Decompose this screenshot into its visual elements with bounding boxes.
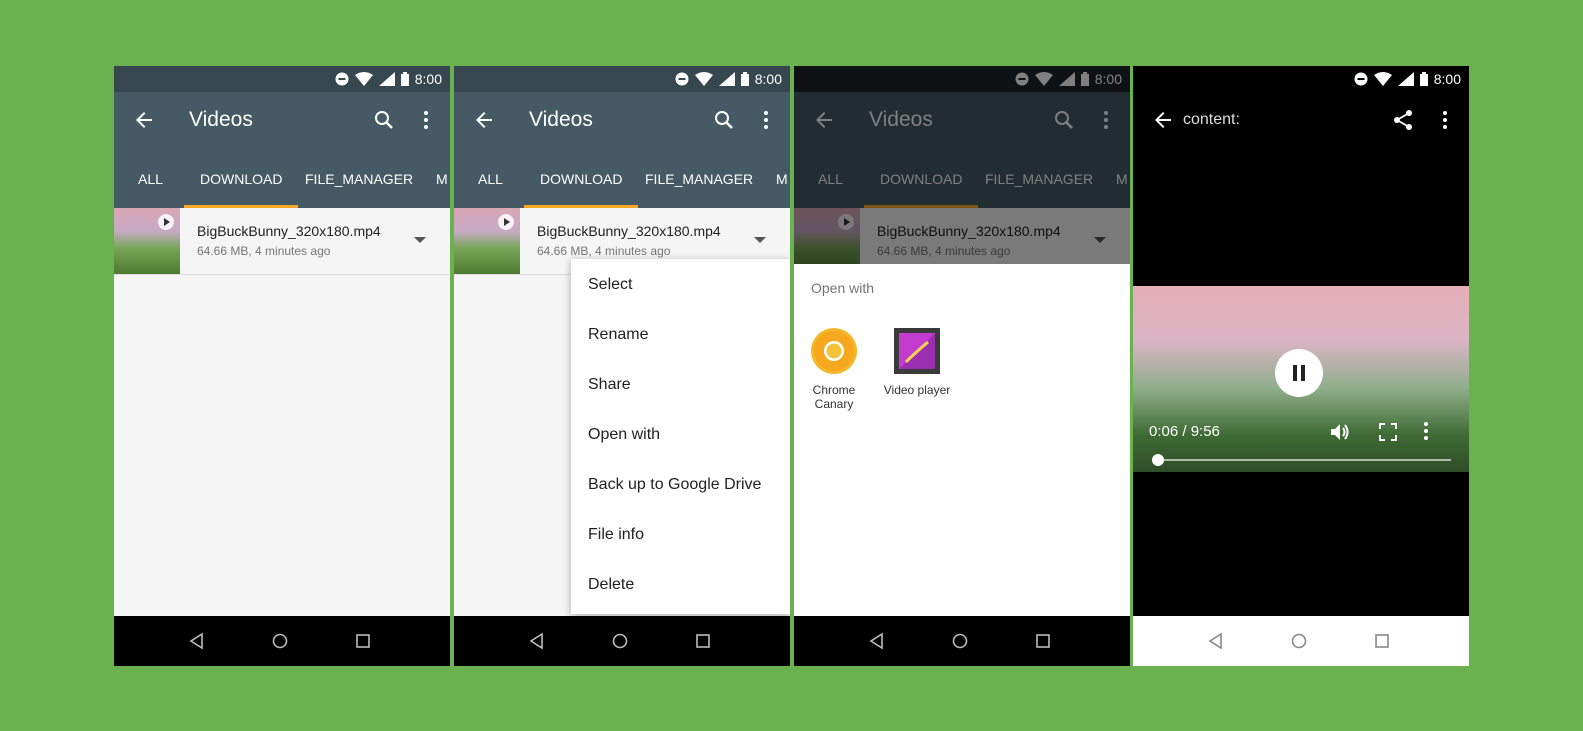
back-arrow-icon[interactable]	[472, 108, 496, 132]
nav-bar	[454, 616, 790, 666]
status-bar: 8:00	[1133, 66, 1469, 92]
menu-item-delete[interactable]: Delete	[588, 576, 634, 594]
chevron-down-icon[interactable]	[414, 237, 426, 243]
file-meta: 64.66 MB, 4 minutes ago	[537, 244, 671, 258]
tab-bar: ALL DOWNLOAD FILE_MANAGER M	[114, 150, 450, 208]
tab-bar: ALL DOWNLOAD FILE_MANAGER M	[454, 150, 790, 208]
pause-icon	[1293, 365, 1305, 381]
play-icon	[158, 214, 174, 230]
nav-back-icon[interactable]	[1207, 632, 1225, 650]
nav-bar	[1133, 616, 1469, 666]
chevron-down-icon[interactable]	[754, 237, 766, 243]
signal-icon	[1397, 72, 1414, 86]
share-icon[interactable]	[1391, 108, 1415, 132]
app-label: Video player	[883, 383, 951, 397]
app-bar: Videos	[454, 92, 790, 150]
tab-file-manager[interactable]: FILE_MANAGER	[305, 150, 413, 208]
menu-item-rename[interactable]: Rename	[588, 326, 648, 344]
tab-more[interactable]: M	[776, 150, 788, 208]
battery-icon	[1419, 72, 1428, 86]
phone-screen-context-menu: 8:00 Videos ALL DOWNLOAD FILE_MANAGER M …	[454, 66, 790, 666]
wifi-icon	[694, 72, 713, 86]
chrome-canary-icon	[811, 328, 857, 374]
phone-screen-videos-list: 8:00 Videos ALL DOWNLOAD FILE_MANAGER M …	[114, 66, 450, 666]
file-meta: 64.66 MB, 4 minutes ago	[197, 244, 331, 258]
search-icon[interactable]	[712, 108, 736, 132]
menu-item-file-info[interactable]: File info	[588, 526, 644, 544]
nav-home-icon[interactable]	[1290, 632, 1308, 650]
nav-home-icon[interactable]	[611, 632, 629, 650]
status-bar: 8:00	[114, 66, 450, 92]
file-name: BigBuckBunny_320x180.mp4	[197, 223, 381, 239]
context-menu: Select Rename Share Open with Back up to…	[571, 259, 790, 614]
tab-all[interactable]: ALL	[138, 150, 163, 208]
dnd-icon	[675, 72, 689, 86]
app-bar: content:	[1133, 92, 1469, 150]
nav-back-icon[interactable]	[188, 632, 206, 650]
phone-screen-video-player: 8:00 content: 0:06 / 9:56	[1133, 66, 1469, 666]
nav-recents-icon[interactable]	[354, 632, 372, 650]
status-bar: 8:00	[454, 66, 790, 92]
menu-item-select[interactable]: Select	[588, 276, 632, 294]
menu-item-share[interactable]: Share	[588, 376, 631, 394]
status-time: 8:00	[1433, 71, 1461, 87]
more-vert-icon[interactable]	[754, 108, 778, 132]
status-time: 8:00	[414, 71, 442, 87]
battery-icon	[400, 72, 409, 86]
pause-button[interactable]	[1275, 349, 1323, 397]
tab-all[interactable]: ALL	[478, 150, 503, 208]
status-time: 8:00	[754, 71, 782, 87]
more-vert-icon[interactable]	[414, 108, 438, 132]
video-player-icon	[894, 328, 940, 374]
nav-back-icon[interactable]	[528, 632, 546, 650]
seek-bar[interactable]	[1151, 454, 1451, 466]
file-name: BigBuckBunny_320x180.mp4	[537, 223, 721, 239]
nav-recents-icon[interactable]	[1373, 632, 1391, 650]
volume-icon[interactable]	[1329, 422, 1351, 442]
signal-icon	[718, 72, 735, 86]
nav-bar	[794, 616, 1130, 666]
sheet-title: Open with	[811, 280, 875, 296]
open-with-sheet: Open with Chrome Canary Video player	[794, 264, 1130, 616]
more-vert-icon[interactable]	[1433, 108, 1457, 132]
dnd-icon	[335, 72, 349, 86]
signal-icon	[378, 72, 395, 86]
wifi-icon	[1373, 72, 1392, 86]
app-option-chrome-canary[interactable]: Chrome Canary	[799, 328, 869, 411]
nav-bar	[114, 616, 450, 666]
app-label: Chrome Canary	[812, 383, 856, 411]
dnd-icon	[1354, 72, 1368, 86]
back-arrow-icon[interactable]	[132, 108, 156, 132]
page-title: content:	[1183, 111, 1240, 128]
menu-item-open-with[interactable]: Open with	[588, 426, 660, 444]
back-arrow-icon[interactable]	[1151, 108, 1175, 132]
video-surface[interactable]: 0:06 / 9:56	[1133, 286, 1469, 472]
video-thumbnail	[454, 208, 520, 274]
nav-recents-icon[interactable]	[694, 632, 712, 650]
tab-download[interactable]: DOWNLOAD	[524, 150, 639, 208]
wifi-icon	[354, 72, 373, 86]
video-thumbnail	[114, 208, 180, 274]
app-bar: Videos	[114, 92, 450, 150]
tab-file-manager[interactable]: FILE_MANAGER	[645, 150, 753, 208]
nav-home-icon[interactable]	[951, 632, 969, 650]
fullscreen-icon[interactable]	[1379, 423, 1397, 441]
tab-download[interactable]: DOWNLOAD	[184, 150, 299, 208]
menu-item-backup-drive[interactable]: Back up to Google Drive	[588, 476, 761, 494]
search-icon[interactable]	[372, 108, 396, 132]
more-vert-icon[interactable]	[1419, 420, 1433, 442]
app-option-video-player[interactable]: Video player	[882, 328, 952, 397]
nav-back-icon[interactable]	[868, 632, 886, 650]
tab-more[interactable]: M	[436, 150, 448, 208]
play-icon	[498, 214, 514, 230]
phone-screen-open-with: 8:00 Videos ALL DOWNLOAD FILE_MANAGER M …	[794, 66, 1130, 666]
nav-home-icon[interactable]	[271, 632, 289, 650]
list-item[interactable]: BigBuckBunny_320x180.mp4 64.66 MB, 4 min…	[114, 208, 450, 275]
page-title: Videos	[529, 108, 593, 131]
seek-handle[interactable]	[1151, 454, 1164, 466]
page-title: Videos	[189, 108, 253, 131]
nav-recents-icon[interactable]	[1034, 632, 1052, 650]
battery-icon	[740, 72, 749, 86]
playback-time: 0:06 / 9:56	[1149, 423, 1220, 440]
